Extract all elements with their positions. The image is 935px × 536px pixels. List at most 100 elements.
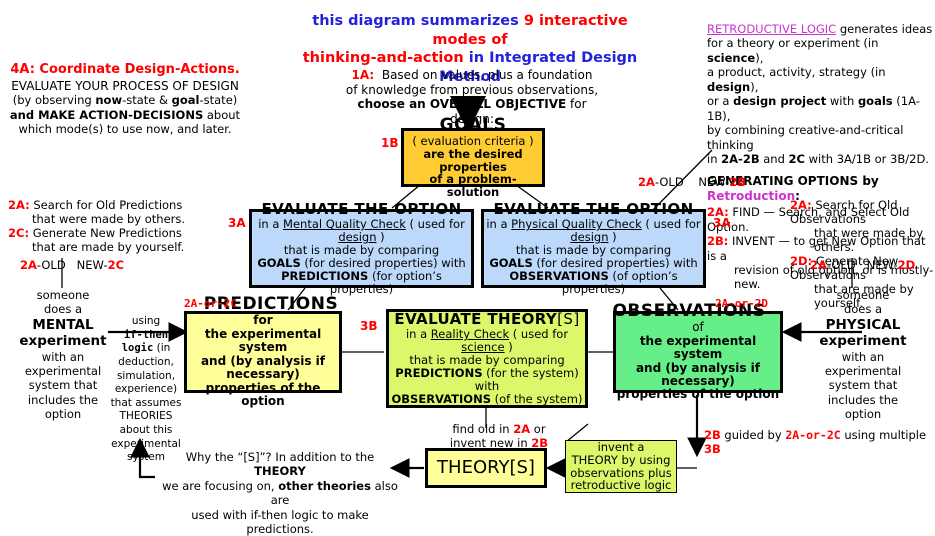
eval-mental-l1c: ( used for: [406, 217, 465, 231]
left-s8: includes the: [8, 393, 118, 407]
left-s5: with an: [8, 350, 118, 364]
mid-new-b: 2B: [729, 175, 746, 189]
retro-l5b: 2A-2B: [721, 152, 759, 166]
goals-box[interactable]: GOALS ( evaluation criteria ) are the de…: [401, 128, 545, 187]
eval-theory-label-3b: 3B: [360, 319, 378, 333]
retro-l2a: a product, activity, strategy (in: [707, 65, 886, 79]
predictions-l2: the experimental system: [187, 328, 339, 355]
retro-l5e: with 3A/1B or 3B/2D.: [805, 152, 929, 166]
ifthen-l3b: (in: [153, 342, 170, 354]
right-new-a: NEW-: [867, 258, 898, 272]
title-line1-part1: this diagram summarizes: [312, 13, 524, 29]
observations-box[interactable]: OBSERVATIONS of the experimental system …: [613, 311, 783, 393]
right-old-new-label: 2A-OLD NEW-2D: [810, 258, 915, 272]
why-l2a: we are focusing on,: [162, 479, 278, 493]
evaluate-option-physical-box[interactable]: EVALUATE THE OPTION in a Physical Qualit…: [481, 209, 706, 288]
eval-physical-l1a: in a: [486, 217, 511, 231]
find-l2a: invent new in: [450, 436, 531, 450]
theory-box[interactable]: THEORY[S]: [425, 448, 547, 488]
why-l1a: Why the “[S]”?: [186, 450, 272, 464]
left-2a-tag: 2A:: [8, 198, 30, 212]
retro-l3c: with: [826, 94, 858, 108]
goals-title: GOALS: [440, 116, 507, 135]
right-2a-tag: 2A:: [790, 198, 812, 212]
find-l1b: 2A: [513, 422, 530, 436]
right-s8: includes the: [808, 393, 918, 407]
observations-l2: the experimental system: [616, 335, 780, 362]
ifthen-l4: deduction,: [110, 356, 182, 370]
right-old-a: 2A: [810, 258, 827, 272]
goals-label-1b: 1B: [381, 136, 399, 150]
evaluate-theory-box[interactable]: EVALUATE THEORY[S] in a Reality Check ( …: [386, 309, 588, 408]
mode-2a-2c-block: 2A: Search for Old Predictions that were…: [8, 198, 193, 254]
eval-mental-title: EVALUATE THE OPTION: [261, 201, 461, 218]
right-old-b: -OLD: [827, 258, 856, 272]
mode-4a-line4: which mode(s) to use now, and later.: [6, 122, 244, 136]
left-mental: MENTAL: [8, 317, 118, 334]
invent-theory-box[interactable]: invent a THEORY by using observations pl…: [565, 440, 677, 493]
predictions-label: 2A-or-2C: [184, 297, 237, 310]
guided-a: 2B: [704, 428, 721, 442]
left-new-a: NEW-: [77, 258, 108, 272]
guided-c: 2A-or-2C: [785, 428, 840, 442]
mode-4a-line2a: (by observing: [13, 93, 96, 107]
ifthen-l3a: logic: [122, 342, 154, 354]
left-s6: experimental: [8, 364, 118, 378]
mode-4a-title: 4A: Coordinate Design-Actions.: [6, 62, 244, 78]
retro-l2c: ),: [750, 80, 758, 94]
left-2c-tag: 2C:: [8, 226, 29, 240]
retro-l2b: design: [707, 80, 750, 94]
mid-old-new-2b-label: 2A-OLD NEW-2B: [638, 175, 746, 189]
eval-theory-title-a: EVALUATE THEORY: [394, 310, 557, 328]
retro-l1b: science: [707, 51, 755, 65]
ifthen-l1: using: [110, 315, 182, 329]
why-l3: used with if-then logic to make predicti…: [160, 508, 400, 536]
mode-4a-line2d: goal: [172, 93, 200, 107]
invent-l1: invent a: [598, 441, 645, 454]
left-2a-l2: that were made by others.: [8, 212, 193, 226]
goals-line1: ( evaluation criteria ): [412, 135, 533, 148]
why-l2b: other theories: [278, 479, 371, 493]
left-old-new-label: 2A-OLD NEW-2C: [20, 258, 124, 272]
retro-l3b: design project: [733, 94, 826, 108]
eval-mental-l1a: in a: [258, 217, 283, 231]
retroductive-title: RETRODUCTIVE LOGIC: [707, 22, 836, 36]
if-then-logic-block: using if-then logic (in deduction, simul…: [110, 315, 182, 465]
left-someone: someone: [8, 288, 118, 302]
left-old-a: 2A: [20, 258, 37, 272]
find-l1a: find old in: [452, 422, 513, 436]
find-old-invent-new-note: find old in 2A or invent new in 2B: [424, 422, 574, 451]
mode-4a-line2c: -state &: [122, 93, 172, 107]
retro-l1c: ),: [755, 51, 763, 65]
why-l1b: In addition to the: [272, 450, 375, 464]
invent-l4: retroductive logic: [571, 479, 672, 492]
theory-title-a: THEORY: [437, 457, 509, 478]
eval-theory-l5b: (of the system): [491, 392, 582, 406]
ifthen-l5: simulation,: [110, 370, 182, 384]
mode-4a-line2b: now: [95, 93, 122, 107]
observations-l1: of: [692, 321, 704, 334]
mode-4a-line3a: and MAKE ACTION-DECISIONS: [10, 108, 203, 122]
gen-options-b: Retroduction: [707, 189, 795, 203]
guided-d: using multiple: [841, 428, 926, 442]
eval-theory-title-b: [S]: [557, 310, 579, 328]
goals-line2: are the desired properties: [404, 148, 542, 174]
mode-1a-line1: Based on values, plus a foundation: [382, 68, 593, 82]
mid-new-a: NEW-: [698, 175, 729, 189]
right-doesa: does a: [808, 302, 918, 316]
evaluate-option-mental-box[interactable]: EVALUATE THE OPTION in a Mental Quality …: [249, 209, 474, 288]
predictions-box[interactable]: PREDICTIONS for the experimental system …: [184, 311, 342, 393]
theory-title-b: [S]: [509, 457, 534, 478]
right-someone: someone: [808, 288, 918, 302]
why-s-note: Why the “[S]”? In addition to the THEORY…: [160, 450, 400, 536]
eval-physical-title: EVALUATE THE OPTION: [493, 201, 693, 218]
ifthen-l2: if-then: [110, 329, 182, 343]
predictions-l3: and (by analysis if necessary): [201, 354, 325, 381]
retro-l5c: and: [760, 152, 789, 166]
predictions-l1: for: [253, 314, 272, 327]
retro-l4: by combining creative-and-critical think…: [707, 123, 935, 152]
left-doesa: does a: [8, 302, 118, 316]
eval-theory-l3a: PREDICTIONS: [395, 366, 482, 380]
eval-theory-l3b: (for the system): [483, 366, 579, 380]
diagram-canvas: this diagram summarizes 9 interactive mo…: [0, 0, 935, 500]
